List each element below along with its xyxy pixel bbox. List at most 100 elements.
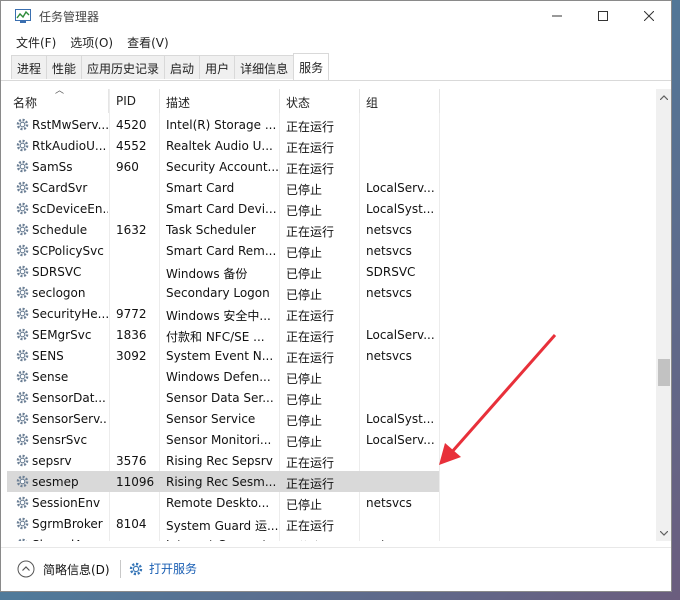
column-header-pid[interactable]: PID: [110, 89, 160, 113]
table-row[interactable]: SharedAcc... Internet Connect... 已停止 netsvc…: [7, 534, 439, 541]
table-row[interactable]: SCardSvr Smart Card 已停止 LocalServ...: [7, 177, 439, 198]
table-row[interactable]: SessionEnv Remote Deskto... 已停止 netsvcs: [7, 492, 439, 513]
service-status: 正在运行: [286, 519, 335, 533]
service-status: 正在运行: [286, 351, 335, 365]
maximize-button[interactable]: [580, 1, 626, 31]
service-gear-icon: [16, 475, 29, 488]
table-row[interactable]: SensrSvc Sensor Monitori... 已停止 LocalServ..…: [7, 429, 439, 450]
service-gear-icon: [16, 517, 29, 530]
column-divider: [439, 89, 440, 541]
service-group: netsvcs: [366, 286, 412, 300]
tab-users[interactable]: 用户: [199, 55, 236, 79]
table-row[interactable]: sepsrv 3576 Rising Rec Sepsrv 正在运行: [7, 450, 439, 471]
table-row[interactable]: ScDeviceEn... Smart Card Devi... 已停止 LocalS…: [7, 198, 439, 219]
menu-bar: 文件(F) 选项(O) 查看(V): [1, 31, 671, 53]
menu-file[interactable]: 文件(F): [9, 31, 63, 53]
menu-options[interactable]: 选项(O): [63, 31, 120, 53]
table-row[interactable]: SensorServ... Sensor Service 已停止 LocalSyst.…: [7, 408, 439, 429]
service-group: [366, 513, 436, 534]
service-gear-icon: [16, 265, 29, 278]
service-name: SEMgrSvc: [32, 328, 92, 342]
service-pid: [116, 408, 160, 429]
service-description: System Guard 运...: [166, 519, 279, 533]
column-header-status[interactable]: 状态: [280, 89, 360, 113]
title-bar[interactable]: 任务管理器: [1, 1, 671, 31]
table-row[interactable]: SecurityHe... 9772 Windows 安全中... 正在运行: [7, 303, 439, 324]
service-status: 已停止: [286, 204, 323, 218]
table-row[interactable]: seclogon Secondary Logon 已停止 netsvcs: [7, 282, 439, 303]
vertical-scrollbar[interactable]: [656, 89, 671, 541]
scroll-up-button[interactable]: [656, 89, 671, 105]
tab-startup[interactable]: 启动: [164, 55, 201, 79]
fewer-details-button[interactable]: 简略信息(D): [17, 560, 110, 578]
service-name: SCPolicySvc: [32, 244, 104, 258]
service-status: 已停止: [286, 393, 323, 407]
service-status: 正在运行: [286, 225, 335, 239]
open-services-link[interactable]: 打开服务: [128, 560, 197, 577]
footer-divider: [120, 560, 121, 578]
scroll-down-button[interactable]: [656, 525, 671, 541]
table-row[interactable]: SCPolicySvc Smart Card Rem... 已停止 netsvcs: [7, 240, 439, 261]
close-button[interactable]: [626, 1, 671, 31]
service-gear-icon: [16, 244, 29, 257]
service-pid: [116, 366, 160, 387]
table-row[interactable]: RstMwServ... 4520 Intel(R) Storage ... 正在运行: [7, 114, 439, 135]
tab-processes[interactable]: 进程: [11, 55, 48, 79]
service-status: 已停止: [286, 414, 323, 428]
tab-details[interactable]: 详细信息: [234, 55, 295, 79]
service-group: [366, 156, 436, 177]
service-description: Windows 安全中...: [166, 309, 271, 323]
table-row[interactable]: Sense Windows Defen... 已停止: [7, 366, 439, 387]
service-pid: [116, 261, 160, 282]
open-services-label: 打开服务: [149, 562, 198, 576]
service-description: Security Account...: [166, 160, 279, 174]
service-description: Sensor Service: [166, 412, 256, 426]
service-group: [366, 114, 436, 135]
service-group: LocalSyst...: [366, 412, 435, 426]
service-name: SensrSvc: [32, 433, 88, 447]
service-name: Schedule: [32, 223, 88, 237]
tab-performance[interactable]: 性能: [46, 55, 83, 79]
table-row[interactable]: SDRSVC Windows 备份 已停止 SDRSVC: [7, 261, 439, 282]
service-group: LocalServ...: [366, 181, 435, 195]
menu-view[interactable]: 查看(V): [120, 31, 176, 53]
table-row[interactable]: SEMgrSvc 1836 付款和 NFC/SE ... 正在运行 LocalServ.…: [7, 324, 439, 345]
service-status: 已停止: [286, 498, 323, 512]
table-row[interactable]: RtkAudioU... 4552 Realtek Audio U... 正在运行: [7, 135, 439, 156]
minimize-icon: [552, 15, 562, 17]
column-header-group[interactable]: 组: [360, 89, 440, 113]
service-name: SamSs: [32, 160, 73, 174]
service-gear-icon: [16, 349, 29, 362]
service-pid: 3576: [116, 454, 147, 468]
table-row[interactable]: SENS 3092 System Event N... 正在运行 netsvcs: [7, 345, 439, 366]
column-header-description[interactable]: 描述: [160, 89, 280, 113]
table-row[interactable]: SamSs 960 Security Account... 正在运行: [7, 156, 439, 177]
table-row[interactable]: Schedule 1632 Task Scheduler 正在运行 netsvcs: [7, 219, 439, 240]
service-name: SDRSVC: [32, 265, 82, 279]
table-row[interactable]: SensorDat... Sensor Data Ser... 已停止: [7, 387, 439, 408]
service-group: [366, 303, 436, 324]
table-row[interactable]: sesmep 11096 Rising Rec Sesm... 正在运行: [7, 471, 439, 492]
service-description: Smart Card Rem...: [166, 244, 277, 258]
service-pid: [116, 240, 160, 261]
tab-services[interactable]: 服务: [293, 53, 330, 80]
service-status: 已停止: [286, 267, 323, 281]
chevron-up-icon: [660, 94, 668, 100]
minimize-button[interactable]: [534, 1, 580, 31]
service-pid: [116, 429, 160, 450]
service-pid: 4520: [116, 118, 147, 132]
service-name: SharedAcc...: [32, 534, 108, 541]
scrollbar-thumb[interactable]: [658, 359, 670, 386]
service-gear-icon: [16, 118, 29, 131]
service-description: Sensor Data Ser...: [166, 391, 274, 405]
service-gear-icon: [16, 433, 29, 446]
table-row[interactable]: SgrmBroker 8104 System Guard 运... 正在运行: [7, 513, 439, 534]
maximize-icon: [598, 11, 608, 21]
column-header-label: 状态: [286, 96, 311, 110]
service-pid: [116, 198, 160, 219]
service-gear-icon: [16, 286, 29, 299]
column-header-name[interactable]: ︿ 名称: [7, 89, 109, 113]
tab-app-history[interactable]: 应用历史记录: [81, 55, 166, 79]
service-description: Task Scheduler: [166, 223, 256, 237]
service-description: Internet Connect...: [166, 534, 280, 541]
